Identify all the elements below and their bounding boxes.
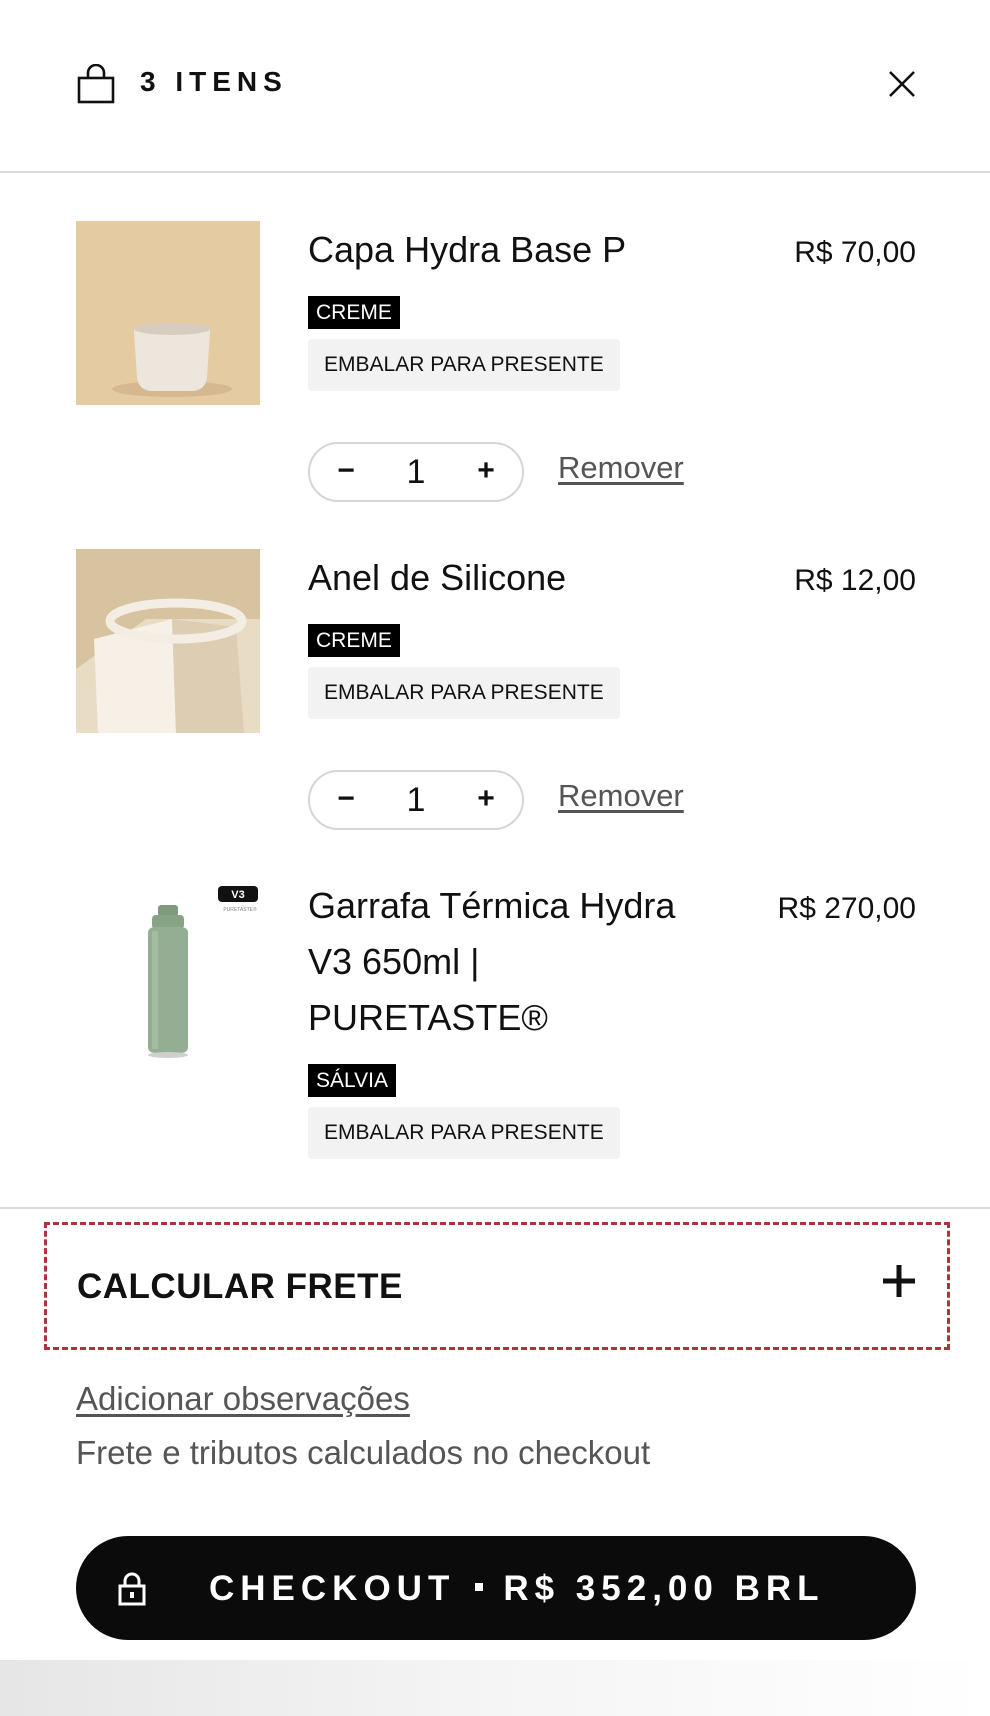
checkout-button[interactable]: CHECKOUT R$ 352,00 BRL xyxy=(76,1536,916,1640)
checkout-text: CHECKOUT xyxy=(209,1569,456,1608)
separator-dot xyxy=(475,1582,484,1591)
decrease-quantity-button[interactable]: − xyxy=(316,772,376,828)
product-title[interactable]: Garrafa Térmica Hydra V3 650ml | PURETAS… xyxy=(308,878,688,1046)
checkout-total: R$ 352,00 BRL xyxy=(503,1569,825,1608)
lock-icon xyxy=(118,1572,146,1606)
cart-header: 3 ITENS xyxy=(0,0,990,173)
calculate-freight-label: CALCULAR FRETE xyxy=(77,1267,403,1306)
tax-note: Frete e tributos calculados no checkout xyxy=(76,1434,651,1471)
remove-item-link[interactable]: Remover xyxy=(558,450,684,486)
product-badge-sub: PURETASTE® xyxy=(223,906,257,913)
quantity-stepper: − 1 + xyxy=(308,442,524,502)
footer-divider xyxy=(0,1207,990,1209)
bottom-fade xyxy=(0,1660,990,1716)
variant-badge: CREME xyxy=(308,624,400,657)
increase-quantity-button[interactable]: + xyxy=(456,444,516,500)
product-title[interactable]: Capa Hydra Base P xyxy=(308,222,708,278)
quantity-stepper: − 1 + xyxy=(308,770,524,830)
checkout-label: CHECKOUT R$ 352,00 BRL xyxy=(209,1569,825,1609)
product-badge-v3: V3 xyxy=(231,889,244,901)
quantity-value[interactable]: 1 xyxy=(370,772,462,828)
calculate-freight-toggle[interactable]: CALCULAR FRETE xyxy=(44,1222,950,1350)
quantity-value[interactable]: 1 xyxy=(370,444,462,500)
gift-wrap-button[interactable]: EMBALAR PARA PRESENTE xyxy=(308,667,620,719)
remove-item-link[interactable]: Remover xyxy=(558,778,684,814)
plus-icon xyxy=(883,1265,915,1297)
gift-wrap-button[interactable]: EMBALAR PARA PRESENTE xyxy=(308,1107,620,1159)
variant-badge: SÁLVIA xyxy=(308,1064,396,1097)
product-price: R$ 12,00 xyxy=(794,564,916,597)
product-price: R$ 270,00 xyxy=(777,892,916,925)
product-image-capa-hydra[interactable] xyxy=(76,221,260,405)
increase-quantity-button[interactable]: + xyxy=(456,772,516,828)
product-image-garrafa-hydra[interactable]: V3 PURETASTE® xyxy=(76,877,260,1061)
variant-badge: CREME xyxy=(308,296,400,329)
product-title[interactable]: Anel de Silicone xyxy=(308,550,708,606)
product-price: R$ 70,00 xyxy=(794,236,916,269)
close-icon[interactable] xyxy=(882,64,922,104)
gift-wrap-button[interactable]: EMBALAR PARA PRESENTE xyxy=(308,339,620,391)
add-notes-link[interactable]: Adicionar observações xyxy=(76,1380,410,1418)
product-image-anel-silicone[interactable] xyxy=(76,549,260,733)
decrease-quantity-button[interactable]: − xyxy=(316,444,376,500)
cart-items-count: 3 ITENS xyxy=(140,66,288,97)
shopping-bag-icon xyxy=(77,64,115,104)
